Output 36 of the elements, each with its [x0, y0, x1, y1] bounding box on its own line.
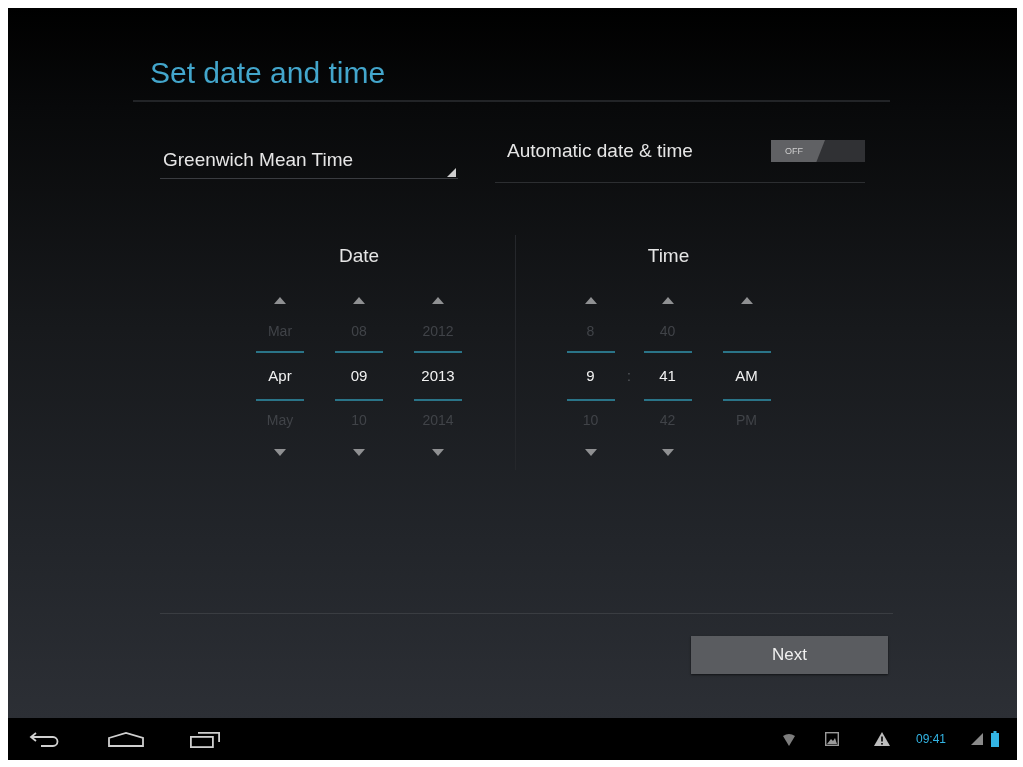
down-arrow-icon[interactable] [274, 448, 286, 456]
down-arrow-icon[interactable] [353, 448, 365, 456]
up-arrow-icon[interactable] [661, 296, 674, 304]
down-arrow-icon[interactable] [584, 448, 597, 456]
wifi-signal-icon [782, 732, 795, 746]
stacked-windows-icon[interactable] [189, 730, 221, 748]
picker-field[interactable]: 2013 [414, 351, 462, 401]
picker-heading: Time [647, 245, 690, 267]
picker-field[interactable]: 09 [335, 351, 383, 401]
up-arrow-icon[interactable] [274, 296, 286, 304]
toggle-switch[interactable]: OFF [771, 140, 865, 162]
picker-field[interactable]: 41 [643, 351, 692, 401]
picker-field[interactable]: 9 [566, 351, 615, 401]
setting-label: Automatic date & time [507, 140, 693, 162]
toggle-thumb[interactable]: OFF [771, 140, 825, 162]
up-arrow-icon[interactable] [740, 296, 753, 304]
timezone-dropdown[interactable]: Greenwich Mean Time [160, 140, 458, 179]
picker-heading: Date [338, 245, 380, 267]
battery-icon [991, 731, 999, 747]
warning-icon[interactable] [873, 732, 890, 746]
cell-signal-icon [971, 733, 983, 745]
home-icon[interactable] [108, 731, 144, 747]
picker-field[interactable]: AM [722, 351, 771, 401]
dropdown-corner-icon [447, 168, 456, 177]
down-arrow-icon[interactable] [661, 448, 674, 456]
page-title: Set date and time [150, 56, 386, 90]
back-icon[interactable] [29, 731, 61, 747]
time-separator: : [627, 368, 631, 384]
up-arrow-icon[interactable] [584, 296, 597, 304]
picker-field[interactable]: Apr [256, 351, 304, 401]
up-arrow-icon[interactable] [353, 296, 365, 304]
image-icon[interactable] [824, 732, 839, 746]
status-clock: 09:41 [915, 732, 946, 746]
up-arrow-icon[interactable] [432, 296, 444, 304]
next-button[interactable]: Next [691, 636, 888, 674]
down-arrow-icon[interactable] [432, 448, 444, 456]
